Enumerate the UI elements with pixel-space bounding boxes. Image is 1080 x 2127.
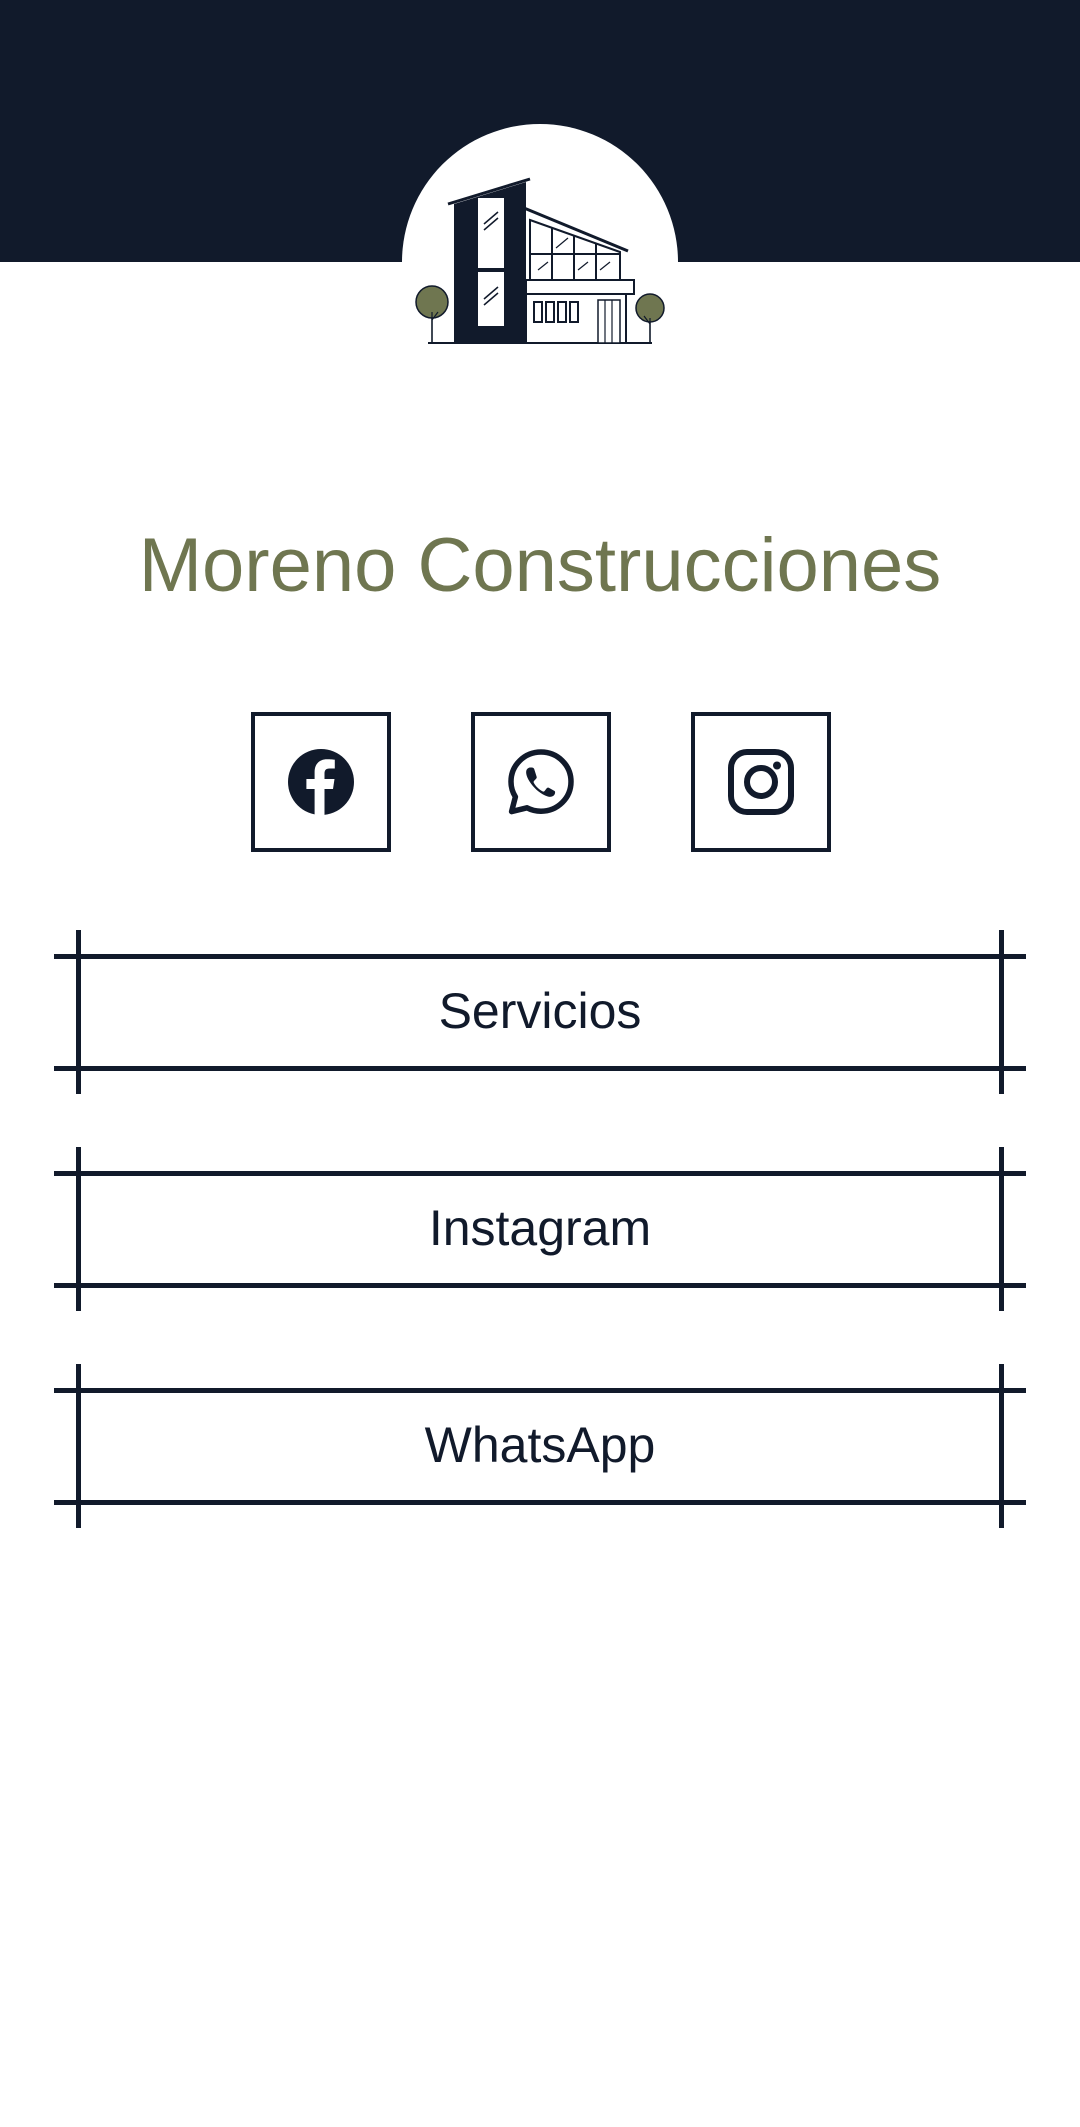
link-instagram-button[interactable]: Instagram (54, 1147, 1026, 1311)
link-label: Servicios (438, 983, 642, 1039)
instagram-icon (728, 749, 794, 815)
facebook-icon (288, 749, 354, 815)
page: Moreno Construcciones Servicios Instagra… (0, 0, 1080, 2127)
social-links (0, 712, 1080, 852)
brand-logo (402, 124, 678, 364)
page-title: Moreno Construcciones (138, 523, 942, 608)
link-whatsapp-button[interactable]: WhatsApp (54, 1364, 1026, 1528)
instagram-button[interactable] (691, 712, 831, 852)
whatsapp-icon (508, 749, 574, 815)
facebook-button[interactable] (251, 712, 391, 852)
link-label: Instagram (428, 1200, 652, 1256)
whatsapp-button[interactable] (471, 712, 611, 852)
link-label: WhatsApp (424, 1417, 656, 1473)
link-servicios-button[interactable]: Servicios (54, 930, 1026, 1094)
modern-house-logo-icon (402, 124, 678, 364)
